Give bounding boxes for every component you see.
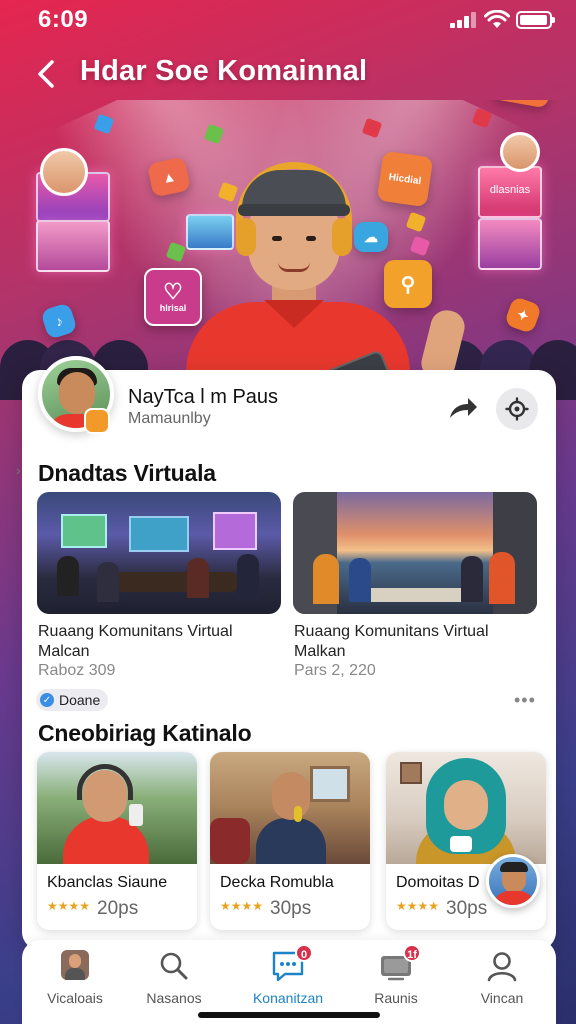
music-icon: ♪ <box>40 302 78 340</box>
creator-price: 30ps <box>446 898 488 919</box>
check-icon: ✓ <box>40 693 54 707</box>
share-arrow-icon <box>450 398 477 418</box>
nav-label: Konanitzan <box>252 990 324 1006</box>
room-title[interactable]: Ruaang Komunitans Virtual Malcan <box>38 622 288 662</box>
nav-item-community[interactable]: 0 Konanitzan <box>238 944 338 1010</box>
creator-price: 20ps <box>97 898 139 919</box>
creator-photo <box>37 752 197 864</box>
status-bar: 6:09 <box>0 0 576 40</box>
battery-icon <box>516 11 555 29</box>
nav-item-rooms[interactable]: 1f Raunis <box>346 944 446 1010</box>
section-title-rooms: Dnadtas Virtuala <box>38 460 216 486</box>
more-options-button[interactable]: ••• <box>514 690 536 711</box>
room-title[interactable]: Ruaang Komunitans Virtual Malkan <box>294 622 544 662</box>
host-subtitle: Mamaunlby <box>128 410 211 427</box>
creator-price: 30ps <box>270 898 312 919</box>
creator-photo <box>386 752 546 864</box>
chevron-right-icon: › <box>16 462 21 478</box>
heart-bubble-icon: ♡ hitdial <box>491 100 557 109</box>
tv-icon: 1f <box>379 944 421 982</box>
signal-icon <box>450 12 478 28</box>
search-icon <box>157 950 191 982</box>
share-button[interactable] <box>446 394 480 424</box>
creator-name: Decka Romubla <box>220 874 334 891</box>
notification-badge: 1f <box>403 944 421 962</box>
host-badge-icon <box>84 408 110 434</box>
page-title: Hdar Soe Komainnal <box>80 55 368 87</box>
nav-label: Nasanos <box>146 990 202 1006</box>
room-thumbnail[interactable] <box>293 492 537 614</box>
room-thumbnail[interactable] <box>37 492 281 614</box>
host-name: NayTca l m Paus <box>128 386 279 408</box>
floating-avatar[interactable] <box>486 854 540 908</box>
creator-name: Domoitas D <box>396 874 480 891</box>
hero-banner: dlasnias ♡ hitdial Hicdial ♡ hlrisal ⚲ ▲… <box>0 100 576 400</box>
nav-label: Vincan <box>480 990 524 1006</box>
profile-icon <box>58 950 92 982</box>
nav-label: Vicaloais <box>47 990 103 1006</box>
wifi-icon <box>484 10 510 28</box>
screen-caption: dlasnias <box>489 184 531 196</box>
nav-item-profile[interactable]: Vicaloais <box>25 950 125 1010</box>
back-button[interactable] <box>30 54 66 94</box>
rating-stars: ★★★★ <box>396 899 440 913</box>
creator-name: Kbanclas Siaune <box>47 874 168 891</box>
status-badge: ✓ Doane <box>36 689 109 711</box>
creator-card[interactable]: Decka Romubla ★★★★ 30ps <box>210 752 370 930</box>
chevron-left-icon <box>38 60 54 88</box>
notification-badge: 0 <box>295 944 313 962</box>
status-time: 6:09 <box>38 6 89 33</box>
gear-icon <box>505 397 529 421</box>
rating-stars: ★★★★ <box>47 899 91 913</box>
room-meta: Raboz 309 <box>38 662 116 679</box>
attendee-avatar <box>40 148 88 196</box>
nav-item-account[interactable]: Vincan <box>452 950 552 1010</box>
rating-stars: ★★★★ <box>220 899 264 913</box>
attendee-avatar <box>500 132 540 172</box>
nav-item-search[interactable]: Nasanos <box>124 950 224 1010</box>
bolt-icon: ✦ <box>503 295 543 335</box>
user-icon <box>485 950 519 982</box>
section-title-creators: Cneobiriag Katinalo <box>38 720 252 746</box>
nav-label: Raunis <box>374 990 418 1006</box>
room-meta: Pars 2, 220 <box>294 662 376 679</box>
chat-icon: 0 <box>271 944 313 982</box>
creator-card[interactable]: Kbanclas Siaune ★★★★ 20ps <box>37 752 197 930</box>
home-indicator <box>198 1012 380 1018</box>
settings-button[interactable] <box>496 388 538 430</box>
event-screen-right: dlasnias <box>478 166 542 218</box>
host-illustration <box>180 150 468 400</box>
event-screen-right-2 <box>478 218 542 270</box>
creator-photo <box>210 752 370 864</box>
status-badge-label: Doane <box>59 692 101 708</box>
event-screen-left-2 <box>36 220 110 272</box>
